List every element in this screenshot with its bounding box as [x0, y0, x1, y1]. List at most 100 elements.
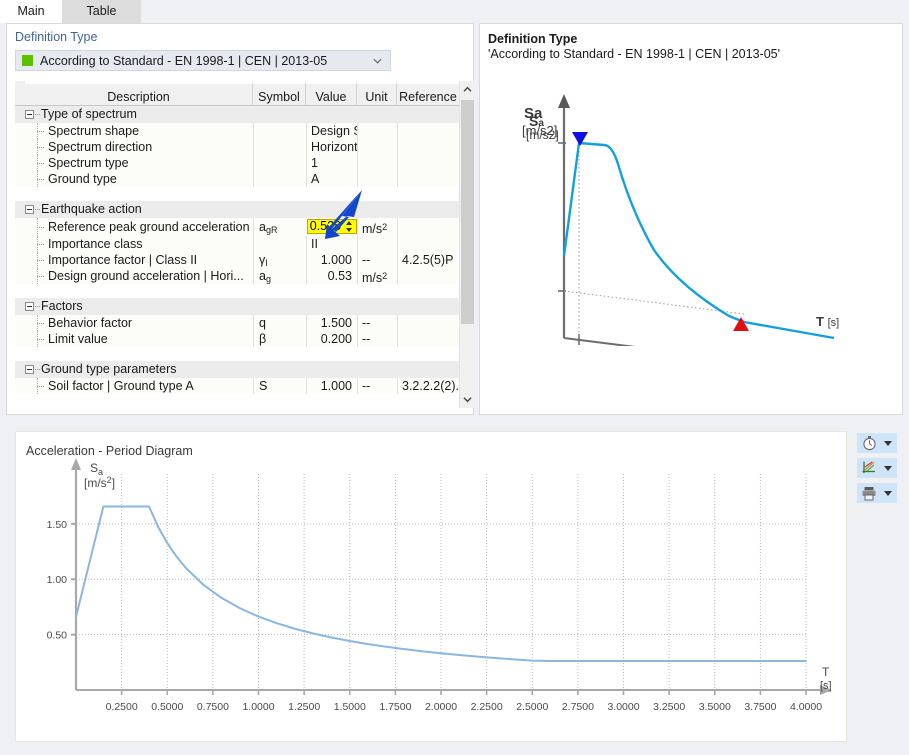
stopwatch-button[interactable]	[857, 433, 897, 453]
row-description: Spectrum type	[15, 155, 253, 171]
row-value[interactable]: 0.53	[306, 268, 357, 284]
row-value[interactable]: Horizontal	[306, 139, 357, 155]
row-value[interactable]: 1.000	[306, 252, 357, 268]
row-value[interactable]: A	[306, 171, 357, 187]
svg-text:2.5000: 2.5000	[516, 701, 548, 713]
table-group-row[interactable]: Earthquake action	[15, 201, 459, 218]
chevron-down-icon[interactable]	[884, 466, 892, 471]
row-value[interactable]: Design Spectrum	[306, 123, 357, 139]
tab-table-values[interactable]: Table Values	[62, 0, 141, 23]
svg-text:3.5000: 3.5000	[699, 701, 731, 713]
table-row[interactable]: Importance class II	[15, 236, 459, 252]
table-row[interactable]: Spectrum direction Horizontal	[15, 139, 459, 155]
svg-text:2.0000: 2.0000	[425, 701, 457, 713]
table-row[interactable]: Behavior factor q 1.500 --	[15, 315, 459, 331]
table-row[interactable]: Importance factor | Class II γI 1.000 --…	[15, 252, 459, 268]
svg-text:[s]: [s]	[820, 680, 832, 692]
chevron-down-icon[interactable]	[372, 55, 383, 66]
tab-main[interactable]: Main	[0, 0, 62, 23]
row-reference	[397, 155, 459, 171]
preview-sa-unit: [m/s2]	[526, 128, 559, 142]
table-spacer-row	[15, 187, 459, 201]
row-reference	[397, 331, 459, 347]
row-symbol: β	[253, 331, 306, 347]
row-symbol	[253, 155, 306, 171]
row-value[interactable]: 1.000	[306, 378, 357, 394]
group-label: Type of spectrum	[15, 106, 253, 123]
graph-button[interactable]	[857, 458, 897, 478]
row-description: Spectrum shape	[15, 123, 253, 139]
definition-type-combobox[interactable]: According to Standard - EN 1998-1 | CEN …	[15, 50, 391, 71]
row-description: Importance class	[15, 236, 253, 252]
column-header-value[interactable]: Value	[306, 81, 357, 105]
row-description: Ground type	[15, 171, 253, 187]
row-symbol	[253, 123, 306, 139]
row-reference	[397, 123, 459, 139]
row-reference	[397, 268, 459, 284]
svg-text:1.2500: 1.2500	[288, 701, 320, 713]
chevron-down-icon	[463, 396, 472, 403]
group-label: Earthquake action	[15, 201, 253, 218]
row-value[interactable]: 1	[306, 155, 357, 171]
preview-t-label: T [s]	[816, 314, 839, 329]
print-button[interactable]	[857, 483, 897, 503]
tab-strip: Main Table Values	[0, 0, 909, 23]
chevron-down-icon[interactable]	[884, 491, 892, 496]
definition-panel: Definition Type According to Standard - …	[6, 23, 474, 415]
scrollbar-thumb[interactable]	[461, 100, 474, 324]
column-header-description[interactable]: Description	[25, 81, 253, 105]
table-row[interactable]: Soil factor | Ground type A S 1.000 -- 3…	[15, 378, 459, 394]
svg-text:Sa: Sa	[90, 461, 103, 477]
row-value[interactable]: 1.500	[306, 315, 357, 331]
svg-text:[m/s2]: [m/s2]	[84, 475, 115, 490]
acceleration-period-chart-panel: Acceleration - Period Diagram 0.501.001.…	[15, 431, 847, 742]
table-spacer-row	[15, 284, 459, 298]
annotation-arrow-icon	[316, 188, 366, 244]
chart-toolbar	[857, 433, 897, 503]
svg-text:1.5000: 1.5000	[334, 701, 366, 713]
table-row[interactable]: Ground type A	[15, 171, 459, 187]
row-unit: m/s2	[357, 268, 397, 284]
group-label: Factors	[15, 298, 253, 315]
chevron-down-icon[interactable]	[884, 441, 892, 446]
row-symbol: q	[253, 315, 306, 331]
row-reference	[397, 171, 459, 187]
table-row[interactable]: Design ground acceleration | Hori... ag …	[15, 268, 459, 284]
column-header-symbol[interactable]: Symbol	[253, 81, 306, 105]
table-row[interactable]: Spectrum type 1	[15, 155, 459, 171]
group-label: Ground type parameters	[15, 361, 253, 378]
row-unit: --	[357, 252, 397, 268]
table-header-row: Description Symbol Value Unit Reference	[15, 81, 459, 106]
table-row[interactable]: Limit value β 0.200 --	[15, 331, 459, 347]
table-group-row[interactable]: Type of spectrum	[15, 106, 459, 123]
scroll-up-button[interactable]	[460, 81, 475, 98]
svg-text:0.50: 0.50	[47, 630, 68, 642]
preview-sa-label: Sa	[529, 113, 544, 129]
scroll-down-button[interactable]	[460, 391, 475, 408]
row-value[interactable]: 0.200	[306, 331, 357, 347]
table-group-row[interactable]: Factors	[15, 298, 459, 315]
row-unit: --	[357, 331, 397, 347]
preview-spectrum-diagram: Sa [m/s2] T [s]	[494, 86, 894, 346]
table-row-editable[interactable]: Reference peak ground acceleration agR 0…	[15, 218, 459, 236]
svg-text:0.5000: 0.5000	[151, 701, 183, 713]
row-symbol: S	[253, 378, 306, 394]
graph-icon	[859, 459, 879, 477]
svg-text:3.7500: 3.7500	[744, 701, 776, 713]
svg-text:1.7500: 1.7500	[379, 701, 411, 713]
preview-title: Definition Type	[488, 32, 577, 46]
table-group-row[interactable]: Ground type parameters	[15, 361, 459, 378]
row-symbol: agR	[253, 218, 306, 236]
table-spacer-row	[15, 347, 459, 361]
row-reference	[397, 218, 459, 236]
row-unit	[357, 171, 397, 187]
row-description: Reference peak ground acceleration	[15, 218, 253, 236]
svg-text:4.0000: 4.0000	[790, 701, 822, 713]
svg-text:3.2500: 3.2500	[653, 701, 685, 713]
column-header-reference[interactable]: Reference	[397, 81, 459, 105]
row-reference	[397, 236, 459, 252]
table-row[interactable]: Spectrum shape Design Spectrum	[15, 123, 459, 139]
row-unit: --	[357, 378, 397, 394]
table-vertical-scrollbar[interactable]	[459, 81, 474, 408]
column-header-unit[interactable]: Unit	[357, 81, 397, 105]
